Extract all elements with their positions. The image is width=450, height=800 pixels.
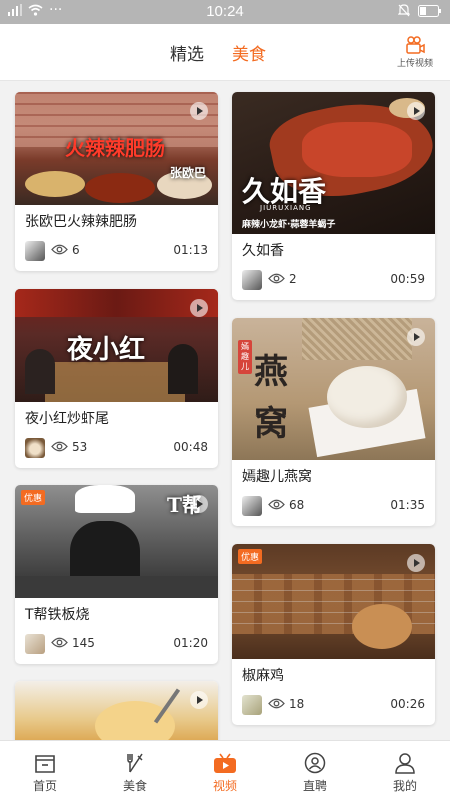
nav-recruit-label: 直聘: [302, 779, 327, 793]
tab-food[interactable]: 美食: [232, 40, 266, 65]
video-icon: [214, 753, 236, 773]
upload-video-button[interactable]: 上传视频: [394, 36, 436, 69]
avatar[interactable]: [242, 695, 262, 715]
play-icon: [190, 299, 208, 317]
profile-icon: [395, 753, 415, 774]
upload-video-label: 上传视频: [396, 59, 433, 69]
video-card[interactable]: 夜小红 夜小红炒虾尾 53 00:48: [15, 289, 218, 468]
video-title: 张欧巴火辣辣肥肠: [25, 214, 137, 230]
home-icon: [35, 755, 55, 773]
discount-badge: 优惠: [238, 549, 263, 564]
camera-icon: [406, 36, 425, 54]
thumbnail-art-text: 火辣辣肥肠: [65, 136, 165, 160]
utensils-icon: [127, 753, 143, 773]
video-title: T帮铁板烧: [25, 607, 90, 623]
avatar[interactable]: [25, 438, 45, 458]
video-card[interactable]: 火辣辣肥肠 张欧巴 张欧巴火辣辣肥肠 6 01:13: [15, 92, 218, 271]
thumbnail-art-subtext: 张欧巴: [169, 166, 206, 180]
video-title: 夜小红炒虾尾: [25, 411, 109, 427]
avatar[interactable]: [242, 270, 262, 290]
video-thumbnail: 夜小红: [15, 289, 218, 402]
avatar[interactable]: [242, 496, 262, 516]
nav-profile[interactable]: 我的: [360, 741, 450, 800]
play-icon: [190, 102, 208, 120]
play-icon: [190, 691, 208, 709]
video-meta: 2 00:59: [232, 268, 435, 300]
tab-featured[interactable]: 精选: [170, 40, 204, 65]
header: 精选 美食 上传视频: [0, 24, 450, 81]
view-count: 6: [72, 243, 80, 257]
thumbnail-art-subtext: JIURUXIANG: [260, 204, 312, 212]
view-count: 68: [289, 498, 305, 512]
video-title: 嫣趣儿燕窝: [242, 469, 312, 485]
nav-food[interactable]: 美食: [90, 741, 180, 800]
eye-icon: [51, 637, 68, 648]
recruit-icon: [304, 752, 326, 774]
discount-badge: 优惠: [21, 490, 46, 505]
bottom-nav: 首页 美食 视频 直聘 我的: [0, 740, 450, 800]
video-meta: 53 00:48: [15, 436, 218, 468]
play-icon: [190, 495, 208, 513]
thumbnail-art-text: 夜小红: [67, 335, 146, 365]
video-card[interactable]: 优惠 椒麻鸡 18 00:26: [232, 544, 435, 725]
video-meta: 68 01:35: [232, 494, 435, 526]
avatar[interactable]: [25, 634, 45, 654]
category-tabs: 精选 美食: [170, 40, 266, 65]
play-icon: [407, 328, 425, 346]
video-thumbnail: 嫣趣儿 燕窝: [232, 318, 435, 460]
play-icon: [407, 554, 425, 572]
eye-icon: [268, 499, 285, 510]
video-duration: 01:13: [173, 243, 208, 257]
view-count: 53: [72, 440, 88, 454]
nav-profile-label: 我的: [392, 779, 417, 793]
video-duration: 01:35: [390, 498, 425, 512]
status-right-icons: [398, 4, 442, 17]
eye-icon: [51, 244, 68, 255]
video-duration: 00:59: [390, 272, 425, 286]
video-duration: 00:26: [390, 697, 425, 711]
nav-food-label: 美食: [122, 779, 147, 793]
eye-icon: [268, 273, 285, 284]
thumbnail-art-subtext: 嫣趣儿: [238, 340, 252, 374]
nav-home[interactable]: 首页: [0, 741, 90, 800]
thumbnail-art-text: 燕窝: [254, 352, 288, 444]
nav-video-label: 视频: [212, 779, 237, 793]
video-thumbnail: 火辣辣肥肠 张欧巴: [15, 92, 218, 205]
video-thumbnail: 久如香 JIURUXIANG 麻辣小龙虾·蒜蓉羊蝎子: [232, 92, 435, 234]
nav-home-label: 首页: [32, 779, 57, 793]
status-bar: ··· 10:24: [0, 0, 450, 24]
video-card[interactable]: 久如香 JIURUXIANG 麻辣小龙虾·蒜蓉羊蝎子 久如香 2 00:59: [232, 92, 435, 300]
video-thumbnail: 优惠 T帮: [15, 485, 218, 598]
thumbnail-art-caption: 麻辣小龙虾·蒜蓉羊蝎子: [242, 220, 336, 230]
eye-icon: [268, 698, 285, 709]
view-count: 2: [289, 272, 297, 286]
video-meta: 145 01:20: [15, 632, 218, 664]
video-meta: 6 01:13: [15, 239, 218, 271]
mute-bell-icon: [398, 4, 410, 17]
video-title: 椒麻鸡: [242, 668, 284, 684]
eye-icon: [51, 441, 68, 452]
video-duration: 00:48: [173, 440, 208, 454]
play-icon: [407, 102, 425, 120]
nav-recruit[interactable]: 直聘: [270, 741, 360, 800]
video-title: 久如香: [242, 243, 284, 259]
video-thumbnail: 优惠: [232, 544, 435, 659]
avatar[interactable]: [25, 241, 45, 261]
video-card[interactable]: 优惠 T帮 T帮铁板烧 145 01:20: [15, 485, 218, 664]
video-duration: 01:20: [173, 636, 208, 650]
view-count: 18: [289, 697, 305, 711]
battery-icon: [418, 4, 441, 17]
nav-video[interactable]: 视频: [180, 741, 270, 800]
video-meta: 18 00:26: [232, 693, 435, 725]
status-time: 10:24: [206, 3, 244, 20]
video-card[interactable]: 嫣趣儿 燕窝 嫣趣儿燕窝 68 01:35: [232, 318, 435, 526]
view-count: 145: [72, 636, 95, 650]
